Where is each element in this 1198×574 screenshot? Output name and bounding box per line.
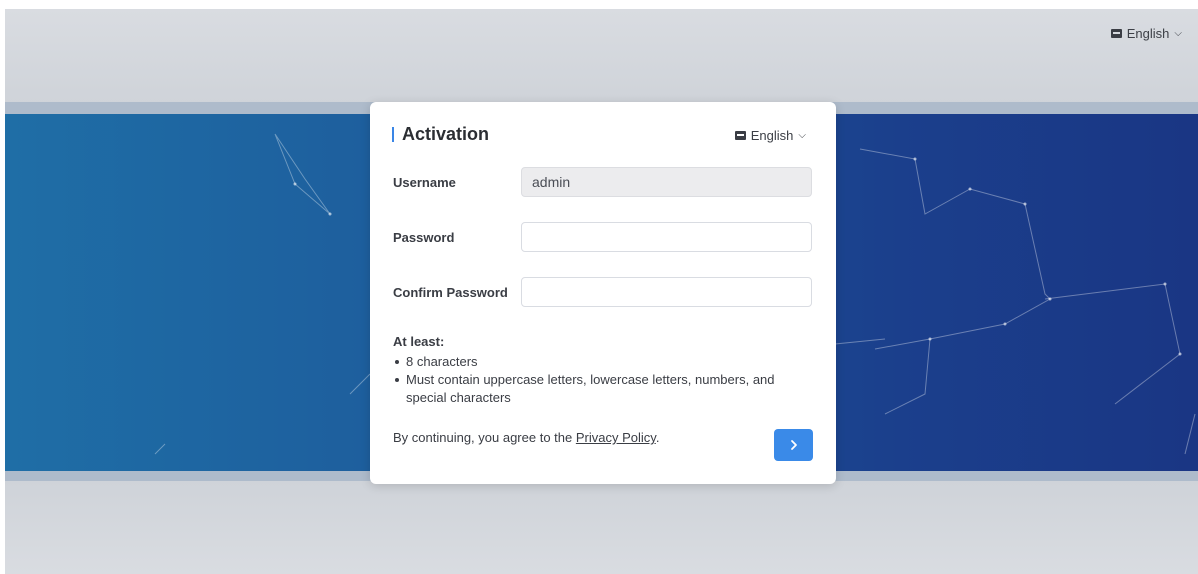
confirm-password-label: Confirm Password [393,284,508,300]
agreement-suffix: . [655,430,660,445]
top-language-selector[interactable]: English ⌵ [1110,26,1182,41]
rules-heading: At least: [393,334,445,349]
password-field[interactable] [521,222,812,252]
world-map-bottom [5,481,1198,574]
language-flag-icon [734,131,746,140]
password-row: Password [393,222,812,252]
rule-item: Must contain uppercase letters, lowercas… [393,371,813,407]
rules-list: 8 characters Must contain uppercase lett… [393,353,813,407]
dialog-title-text: Activation [402,124,490,144]
language-flag-icon [1110,29,1122,38]
password-label: Password [393,229,455,245]
privacy-agreement: By continuing, you agree to the Privacy … [393,430,659,445]
top-language-label: English [1126,26,1170,41]
dialog-language-label: English [750,128,794,143]
dialog-title: Activation [392,124,489,145]
privacy-policy-link[interactable]: Privacy Policy [576,430,656,445]
confirm-password-row: Confirm Password [393,277,812,307]
dialog-language-selector[interactable]: English ⌵ [734,128,806,143]
username-field[interactable] [521,167,812,197]
title-accent-bar [392,127,394,142]
chevron-down-icon: ⌵ [1174,28,1182,39]
world-map-top [5,9,1198,104]
password-rules: At least: 8 characters Must contain uppe… [393,334,813,407]
chevron-down-icon: ⌵ [798,130,806,141]
confirm-password-field[interactable] [521,277,812,307]
agreement-prefix: By continuing, you agree to the [393,430,576,445]
next-button[interactable] [774,429,813,461]
username-row: Username [393,167,812,197]
activation-dialog: Activation English ⌵ Username Password C… [370,102,836,484]
chevron-right-icon [790,440,797,450]
username-label: Username [393,174,456,190]
rule-item: 8 characters [393,353,813,371]
